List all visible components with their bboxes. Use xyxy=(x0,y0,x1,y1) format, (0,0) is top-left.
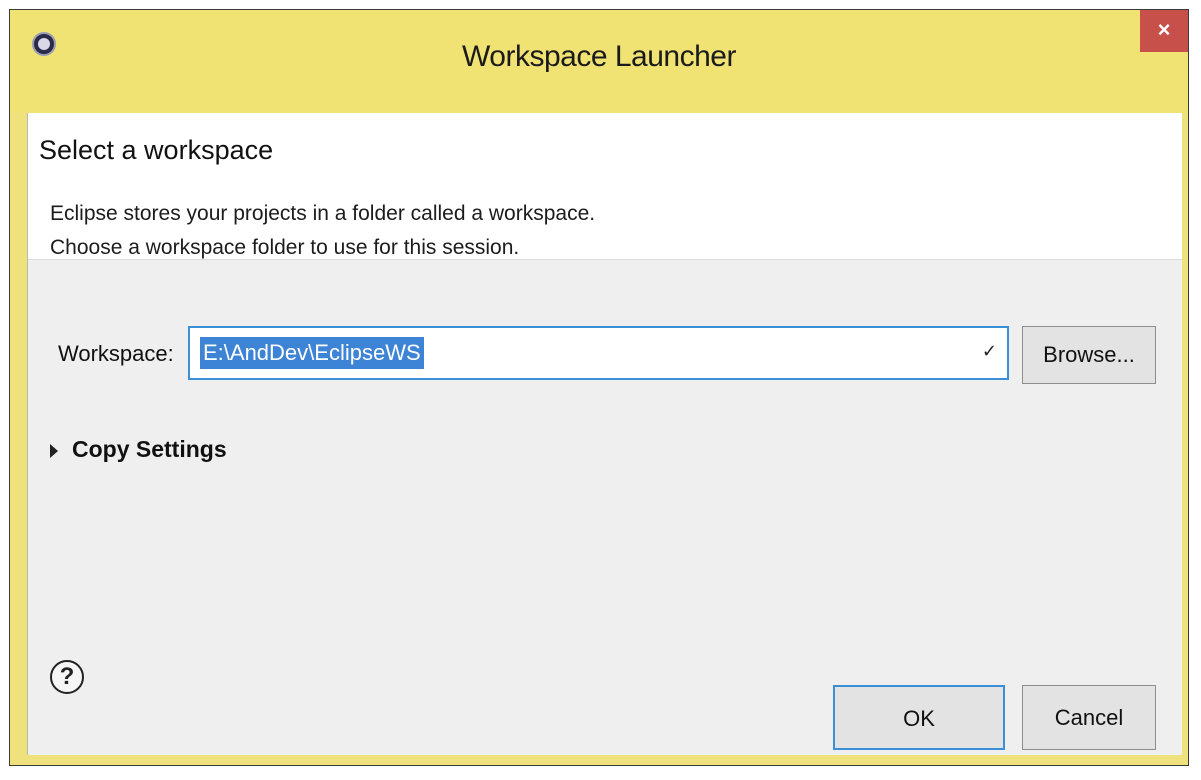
dialog-description: Eclipse stores your projects in a folder… xyxy=(50,197,595,265)
close-icon: × xyxy=(1157,17,1171,42)
workspace-launcher-window: Workspace Launcher × Select a workspace … xyxy=(9,9,1189,766)
dialog-content: Select a workspace Eclipse stores your p… xyxy=(27,113,1182,755)
workspace-label: Workspace: xyxy=(58,341,174,366)
copy-settings-label: Copy Settings xyxy=(72,436,227,462)
dialog-header: Select a workspace Eclipse stores your p… xyxy=(28,113,1182,260)
dialog-body: Workspace: E:\AndDev\EclipseWS ✓ Browse.… xyxy=(28,260,1182,755)
workspace-path-value[interactable]: E:\AndDev\EclipseWS xyxy=(200,337,424,369)
copy-settings-toggle[interactable]: Copy Settings xyxy=(50,436,227,463)
window-title: Workspace Launcher xyxy=(462,40,736,73)
dropdown-arrow-icon[interactable]: ✓ xyxy=(982,341,997,362)
help-icon[interactable]: ? xyxy=(50,660,84,694)
browse-button[interactable]: Browse... xyxy=(1022,326,1156,384)
title-bar: Workspace Launcher × xyxy=(10,10,1188,113)
close-button[interactable]: × xyxy=(1140,10,1188,52)
ok-button[interactable]: OK xyxy=(833,685,1005,750)
cancel-button[interactable]: Cancel xyxy=(1022,685,1156,750)
workspace-combobox[interactable]: E:\AndDev\EclipseWS ✓ xyxy=(188,326,1009,380)
description-line-1: Eclipse stores your projects in a folder… xyxy=(50,202,596,225)
expand-triangle-icon xyxy=(50,443,58,458)
dialog-heading: Select a workspace xyxy=(39,135,274,165)
